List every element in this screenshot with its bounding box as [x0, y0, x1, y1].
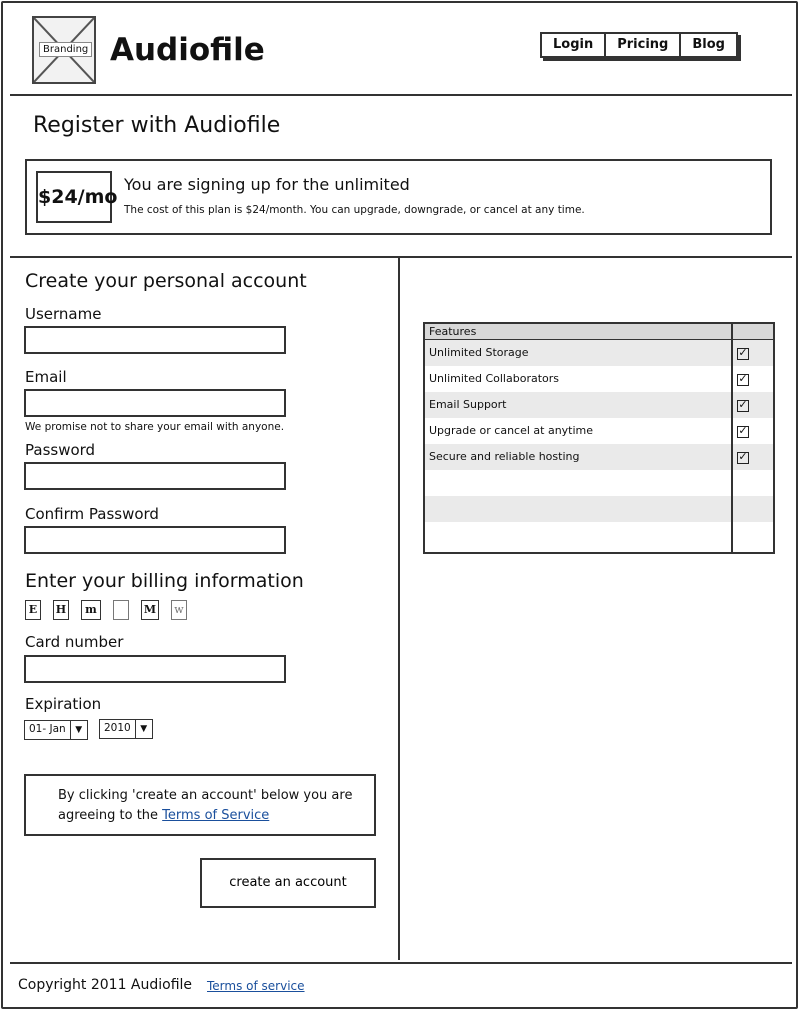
document-icon[interactable]: [113, 600, 129, 620]
chevron-down-icon: ▼: [140, 724, 148, 734]
email-label: Email: [25, 368, 67, 386]
plan-summary: $24/mo You are signing up for the unlimi…: [25, 159, 772, 235]
feature-label: Unlimited Storage: [429, 346, 529, 359]
plan-heading: You are signing up for the unlimited: [124, 175, 410, 194]
features-table-row: Unlimited Collaborators: [425, 366, 773, 392]
content-divider: [10, 256, 792, 258]
feature-label: Upgrade or cancel at anytime: [429, 424, 594, 437]
terms-agreement-box: By clicking 'create an account' below yo…: [24, 774, 376, 836]
terms-of-service-link[interactable]: Terms of Service: [162, 808, 269, 823]
branding-logo-placeholder: Branding: [32, 16, 96, 84]
features-table-body: Unlimited Storage Unlimited Collaborators…: [425, 340, 773, 548]
footer-terms-link[interactable]: Terms of service: [207, 979, 305, 993]
chevron-down-icon: ▼: [75, 725, 83, 735]
branding-label: Branding: [39, 42, 93, 57]
nav-login-link[interactable]: Login: [542, 34, 607, 56]
features-column-divider: [731, 324, 733, 552]
features-table-row: Email Support: [425, 392, 773, 418]
card-icon-M[interactable]: M: [141, 600, 159, 620]
page-title: Register with Audiofile: [33, 113, 281, 138]
username-input[interactable]: [24, 326, 286, 354]
features-table-row: [425, 522, 773, 548]
card-icon-w[interactable]: w: [171, 600, 187, 620]
feature-label: Unlimited Collaborators: [429, 372, 560, 385]
column-divider: [398, 257, 400, 960]
feature-label: Email Support: [429, 398, 507, 411]
expiration-year-select[interactable]: 2010 ▼: [99, 719, 153, 739]
header-divider: [10, 94, 792, 96]
confirm-password-label: Confirm Password: [25, 505, 159, 523]
feature-label: Secure and reliable hosting: [429, 450, 580, 463]
checkbox-checked-icon[interactable]: ✓: [737, 451, 749, 464]
card-number-label: Card number: [25, 633, 124, 651]
account-section-title: Create your personal account: [25, 270, 307, 292]
card-icon-h[interactable]: H: [53, 600, 69, 620]
billing-section-title: Enter your billing information: [25, 570, 304, 592]
features-table-header: Features: [425, 324, 773, 340]
expiration-year-value: 2010: [100, 720, 136, 738]
email-input[interactable]: [24, 389, 286, 417]
footer-copyright: Copyright 2011 Audiofile: [18, 977, 193, 993]
checkbox-checked-icon[interactable]: ✓: [737, 425, 749, 438]
expiration-month-value: 01- Jan: [25, 721, 71, 739]
features-table-row: Unlimited Storage: [425, 340, 773, 366]
card-icon-m[interactable]: m: [81, 600, 101, 620]
nav-blog-link[interactable]: Blog: [681, 34, 736, 56]
plan-description: The cost of this plan is $24/month. You …: [124, 204, 585, 216]
expiration-label: Expiration: [25, 695, 102, 713]
features-table-row: [425, 496, 773, 522]
checkbox-checked-icon[interactable]: ✓: [737, 347, 749, 360]
card-type-icons: E H m M w: [25, 600, 187, 620]
footer-divider: [10, 962, 792, 964]
username-label: Username: [25, 305, 102, 323]
checkbox-checked-icon[interactable]: ✓: [737, 373, 749, 386]
create-account-button[interactable]: create an account: [200, 858, 376, 908]
nav-pricing-link[interactable]: Pricing: [606, 34, 682, 56]
features-table-row: Upgrade or cancel at anytime: [425, 418, 773, 444]
card-number-input[interactable]: [24, 655, 286, 683]
top-nav: Login Pricing Blog: [540, 32, 738, 58]
email-privacy-note: We promise not to share your email with …: [25, 421, 285, 433]
features-table-row: [425, 470, 773, 496]
plan-price: $24/mo: [36, 171, 117, 223]
password-label: Password: [25, 441, 96, 459]
app-title: Audiofile: [110, 32, 265, 68]
features-table-row: Secure and reliable hosting: [425, 444, 773, 470]
confirm-password-input[interactable]: [24, 526, 286, 554]
card-icon-e[interactable]: E: [25, 600, 41, 620]
features-table: Features Unlimited Storage Unlimited Coll…: [423, 322, 775, 554]
expiration-month-select[interactable]: 01- Jan ▼: [24, 720, 88, 740]
checkbox-checked-icon[interactable]: ✓: [737, 399, 749, 412]
password-input[interactable]: [24, 462, 286, 490]
